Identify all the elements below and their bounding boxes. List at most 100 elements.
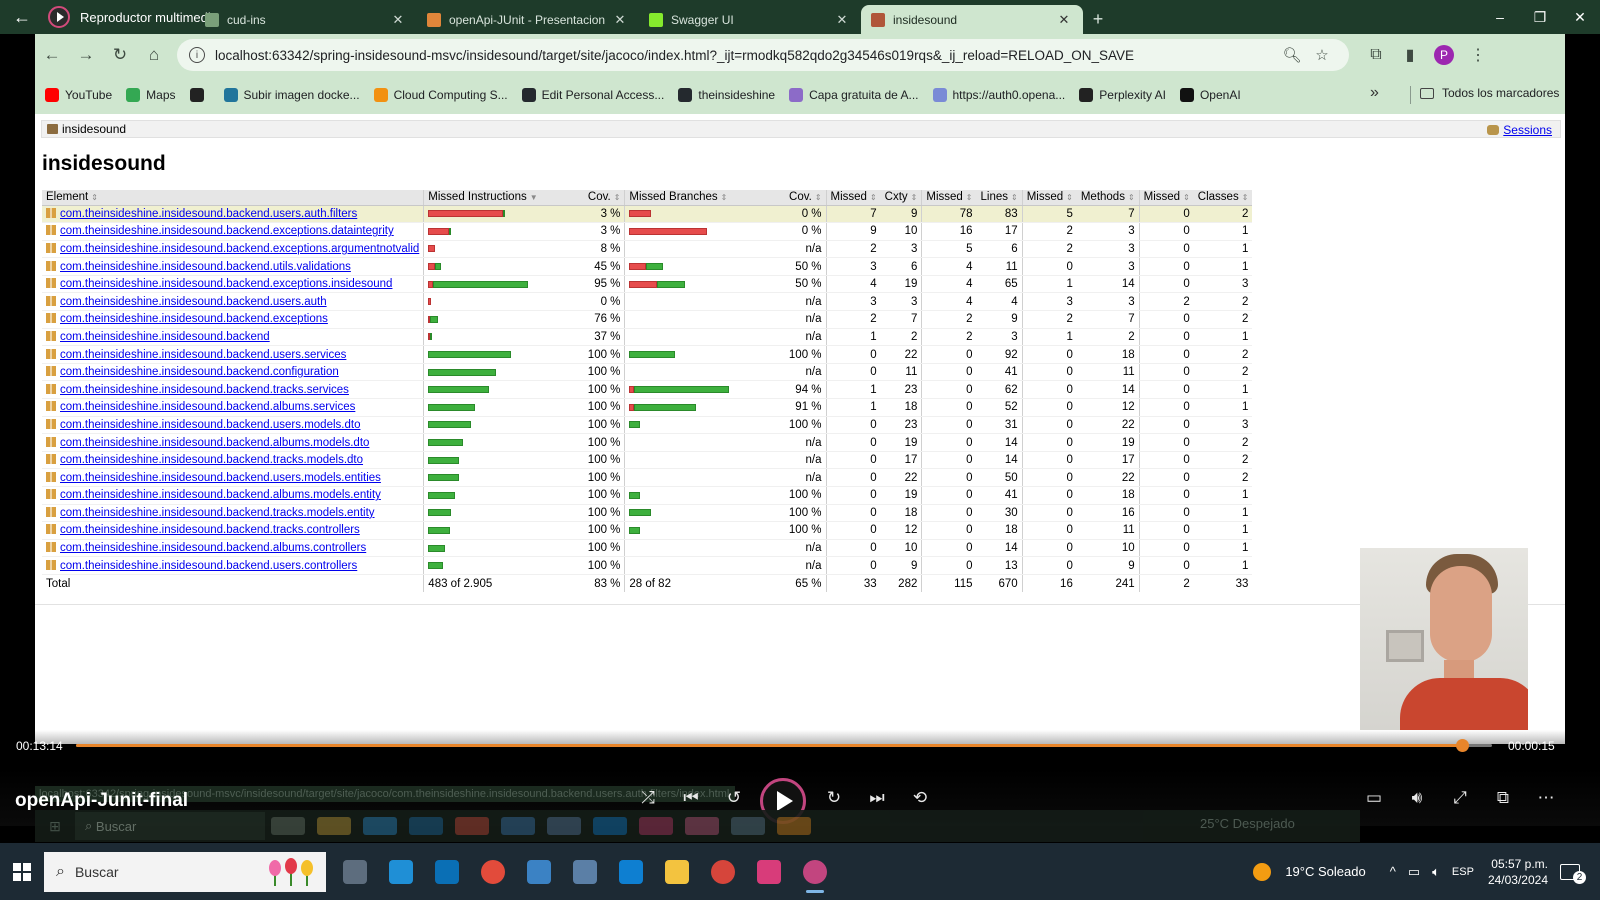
forward-30-icon[interactable]: ↻: [819, 788, 849, 808]
tab-close-icon[interactable]: ✕: [1055, 12, 1073, 28]
seek-thumb[interactable]: [1456, 739, 1470, 752]
browser-tab[interactable]: insidesound ✕: [861, 5, 1083, 34]
close-icon[interactable]: ✕: [1560, 9, 1600, 26]
browser-tab[interactable]: cud-ins ✕: [195, 5, 417, 34]
column-header[interactable]: Classes ⇕: [1193, 190, 1253, 206]
clock[interactable]: 05:57 p.m. 24/03/2024: [1488, 856, 1548, 888]
taskbar-app-intellij[interactable]: [746, 849, 792, 895]
bookmark-item[interactable]: https://auth0.opena...: [932, 88, 1065, 102]
next-icon[interactable]: ⏭: [862, 788, 892, 808]
browser-tab[interactable]: Swagger UI ✕: [639, 5, 861, 34]
bookmark-item[interactable]: Capa gratuita de A...: [789, 88, 919, 102]
package-link[interactable]: com.theinsideshine.insidesound.backend.t…: [60, 507, 375, 519]
package-link[interactable]: com.theinsideshine.insidesound.backend.a…: [60, 542, 366, 554]
taskbar-app-chrome-profile[interactable]: [700, 849, 746, 895]
package-link[interactable]: com.theinsideshine.insidesound.backend.e…: [60, 313, 328, 325]
tab-close-icon[interactable]: ✕: [389, 12, 407, 28]
column-header[interactable]: Cov. ⇕: [583, 190, 625, 206]
bookmark-item[interactable]: YouTube: [45, 88, 112, 102]
package-link[interactable]: com.theinsideshine.insidesound.backend.a…: [60, 437, 369, 449]
package-link[interactable]: com.theinsideshine.insidesound.backend.t…: [60, 454, 363, 466]
bookmark-item[interactable]: theinsideshine: [678, 88, 775, 102]
package-link[interactable]: com.theinsideshine.insidesound.backend: [60, 331, 270, 343]
package-link[interactable]: com.theinsideshine.insidesound.backend.u…: [60, 560, 357, 572]
taskbar-app-postgres[interactable]: [562, 849, 608, 895]
reload-icon[interactable]: ↻: [103, 45, 137, 65]
column-header[interactable]: Missed ⇕: [1138, 190, 1194, 206]
repeat-icon[interactable]: ⟲: [905, 788, 935, 808]
speaker-icon[interactable]: 🔈︎: [1432, 864, 1440, 880]
seek-bar[interactable]: [76, 739, 1492, 752]
package-link[interactable]: com.theinsideshine.insidesound.backend.e…: [60, 243, 419, 255]
package-link[interactable]: com.theinsideshine.insidesound.backend.a…: [60, 401, 355, 413]
column-header[interactable]: Cov. ⇕: [784, 190, 827, 206]
minimize-icon[interactable]: –: [1480, 9, 1520, 25]
package-link[interactable]: com.theinsideshine.insidesound.backend.u…: [60, 349, 346, 361]
column-header[interactable]: Cxty ⇕: [880, 190, 922, 206]
side-panel-icon[interactable]: ▮: [1393, 45, 1427, 65]
package-link[interactable]: com.theinsideshine.insidesound.backend.u…: [60, 419, 360, 431]
bookmark-item[interactable]: Edit Personal Access...: [521, 88, 664, 102]
notifications-button[interactable]: 2: [1558, 860, 1588, 884]
sessions-link[interactable]: Sessions: [1503, 123, 1552, 137]
menu-kebab-icon[interactable]: ⋮: [1461, 45, 1495, 65]
bookmark-item[interactable]: Maps: [126, 88, 176, 102]
package-link[interactable]: com.theinsideshine.insidesound.backend.u…: [60, 472, 381, 484]
package-link[interactable]: com.theinsideshine.insidesound.backend.a…: [60, 489, 381, 501]
language-indicator[interactable]: ESP: [1452, 866, 1474, 878]
browser-tab[interactable]: openApi-JUnit - Presentacion ✕: [417, 5, 639, 34]
package-link[interactable]: com.theinsideshine.insidesound.backend.e…: [60, 278, 392, 290]
site-info-icon[interactable]: i: [189, 47, 205, 63]
package-link[interactable]: com.theinsideshine.insidesound.backend.u…: [60, 296, 327, 308]
taskbar-app-app-azure[interactable]: [516, 849, 562, 895]
taskbar-weather[interactable]: 19°C Soleado: [1285, 864, 1365, 879]
tab-close-icon[interactable]: ✕: [611, 12, 629, 28]
profile-avatar[interactable]: P: [1434, 45, 1454, 65]
previous-icon[interactable]: ⏮: [676, 788, 706, 808]
address-bar[interactable]: i localhost:63342/spring-insidesound-msv…: [177, 39, 1349, 71]
tray-chevron-icon[interactable]: ^: [1390, 864, 1396, 879]
column-header[interactable]: Missed ⇕: [825, 190, 881, 206]
package-link[interactable]: com.theinsideshine.insidesound.backend.u…: [60, 261, 351, 273]
fullscreen-icon[interactable]: ⤢: [1445, 788, 1475, 808]
rewind-10-icon[interactable]: ↺: [719, 788, 749, 808]
start-button[interactable]: [0, 862, 44, 881]
forward-icon[interactable]: →: [69, 45, 103, 65]
bookmark-item[interactable]: OpenAI: [1179, 88, 1241, 102]
more-options-icon[interactable]: ⋯: [1531, 788, 1561, 808]
home-icon[interactable]: ⌂: [137, 45, 171, 65]
bookmark-item[interactable]: [189, 88, 210, 102]
back-arrow-icon[interactable]: ←: [0, 7, 44, 28]
bookmark-item[interactable]: Perplexity AI: [1079, 88, 1166, 102]
column-header[interactable]: Lines ⇕: [976, 190, 1023, 206]
back-icon[interactable]: ←: [35, 45, 69, 65]
column-header[interactable]: Element ⇕: [42, 190, 424, 206]
taskbar-app-app-blue[interactable]: [424, 849, 470, 895]
package-link[interactable]: com.theinsideshine.insidesound.backend.u…: [60, 208, 357, 220]
zoom-icon[interactable]: 🔍︎: [1277, 46, 1307, 64]
taskbar-app-task-view[interactable]: [332, 849, 378, 895]
bookmark-star-icon[interactable]: ☆: [1307, 46, 1337, 64]
column-header[interactable]: Missed ⇕: [1021, 190, 1077, 206]
subtitles-icon[interactable]: ▭: [1359, 788, 1389, 808]
taskbar-app-edge[interactable]: [378, 849, 424, 895]
package-link[interactable]: com.theinsideshine.insidesound.backend.t…: [60, 384, 349, 396]
column-header[interactable]: Missed Instructions ▼: [423, 190, 584, 206]
bookmark-item[interactable]: Cloud Computing S...: [373, 88, 508, 102]
restore-icon[interactable]: ❐: [1520, 9, 1560, 26]
taskbar-app-vscode[interactable]: [608, 849, 654, 895]
taskbar-app-explorer[interactable]: [654, 849, 700, 895]
column-header[interactable]: Methods ⇕: [1076, 190, 1140, 206]
package-link[interactable]: com.theinsideshine.insidesound.backend.t…: [60, 524, 360, 536]
shuffle-icon[interactable]: ⤮: [633, 788, 663, 808]
new-tab-icon[interactable]: +: [1083, 5, 1113, 34]
mini-player-icon[interactable]: ⧉: [1488, 788, 1518, 808]
package-link[interactable]: com.theinsideshine.insidesound.backend.e…: [60, 225, 394, 237]
package-link[interactable]: com.theinsideshine.insidesound.backend.c…: [60, 366, 339, 378]
taskbar-app-chrome[interactable]: [470, 849, 516, 895]
column-header[interactable]: Missed ⇕: [921, 190, 977, 206]
url-text[interactable]: localhost:63342/spring-insidesound-msvc/…: [215, 48, 1277, 63]
volume-icon[interactable]: 🔊︎: [1402, 788, 1432, 808]
extensions-icon[interactable]: ⧉: [1359, 46, 1393, 64]
more-bookmarks-icon[interactable]: »: [1370, 84, 1379, 102]
